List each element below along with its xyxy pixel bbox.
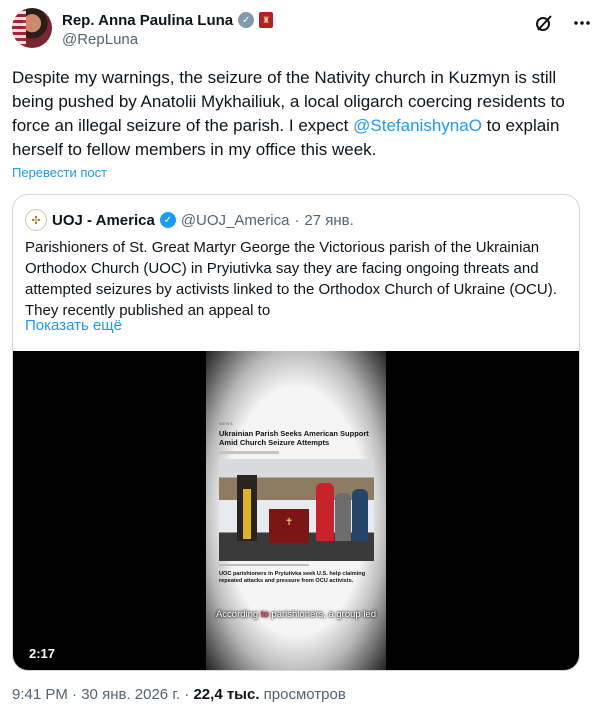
quote-separator: · xyxy=(294,211,300,229)
video-subtitle: According to parishioners, a group led xyxy=(206,609,386,620)
video-duration: 2:17 xyxy=(29,646,56,661)
subtitle-part: parishioners, a group led xyxy=(268,609,377,620)
author-name-row: Rep. Anna Paulina Luna ✓ ♜ xyxy=(62,10,274,30)
article-meta-line xyxy=(219,451,279,454)
quote-handle[interactable]: @UOJ_America xyxy=(181,212,290,229)
article-caption-line xyxy=(219,564,309,566)
house-seal-icon[interactable]: ♜ xyxy=(259,12,274,28)
subtitle-highlight: to xyxy=(260,609,269,620)
video-article-screenshot: NEWS Ukrainian Parish Seeks American Sup… xyxy=(219,421,374,601)
views-count[interactable]: 22,4 тыс. xyxy=(193,686,259,703)
verified-badge-icon: ✓ xyxy=(159,212,176,228)
photo-person-blue xyxy=(352,489,368,541)
quote-date[interactable]: 27 янв. xyxy=(304,212,353,229)
tweet-footer: 9:41 PM · 30 янв. 2026 г. · 22,4 тыс. пр… xyxy=(12,686,346,703)
avatar-flag xyxy=(12,8,26,48)
quote-author-name[interactable]: UOJ - America xyxy=(52,212,155,229)
article-news-tag: NEWS xyxy=(219,421,233,426)
article-photo: ✝ xyxy=(219,459,374,561)
footer-separator: · xyxy=(184,686,190,703)
photo-person-red xyxy=(316,483,334,541)
grok-icon[interactable] xyxy=(533,12,555,34)
verified-badge-icon[interactable]: ✓ xyxy=(238,12,255,28)
quoted-tweet[interactable]: ✣ UOJ - America ✓ @UOJ_America · 27 янв.… xyxy=(12,194,580,671)
author-name[interactable]: Rep. Anna Paulina Luna xyxy=(62,12,233,29)
quote-avatar[interactable]: ✣ xyxy=(25,209,47,231)
post-time[interactable]: 9:41 PM xyxy=(12,686,68,703)
article-title: Ukrainian Parish Seeks American Support … xyxy=(219,429,369,447)
quote-text: Parishioners of St. Great Martyr George … xyxy=(25,239,557,319)
tweet-text: Despite my warnings, the seizure of the … xyxy=(12,66,572,162)
views-label: просмотров xyxy=(263,686,346,703)
cross-icon: ✝ xyxy=(285,517,294,528)
video-player[interactable]: NEWS Ukrainian Parish Seeks American Sup… xyxy=(13,351,579,670)
post-date[interactable]: 30 янв. 2026 г. xyxy=(81,686,180,703)
article-subtitle: UOC parishioners in Pryiutivka seek U.S.… xyxy=(219,571,366,584)
quote-header: ✣ UOJ - America ✓ @UOJ_America · 27 янв. xyxy=(25,209,354,231)
subtitle-part: According xyxy=(215,609,261,620)
author-avatar[interactable] xyxy=(12,8,52,48)
photo-stole xyxy=(243,489,251,539)
footer-separator: · xyxy=(72,686,78,703)
mention-link[interactable]: @StefanishynaO xyxy=(353,116,482,135)
show-more-link[interactable]: Показать ещё xyxy=(25,317,122,334)
more-options-icon[interactable] xyxy=(571,12,593,34)
author-handle[interactable]: @RepLuna xyxy=(62,31,138,48)
tweet-top-actions xyxy=(533,12,593,34)
photo-person-gray xyxy=(335,493,351,541)
translate-post-link[interactable]: Перевести пост xyxy=(12,165,107,180)
